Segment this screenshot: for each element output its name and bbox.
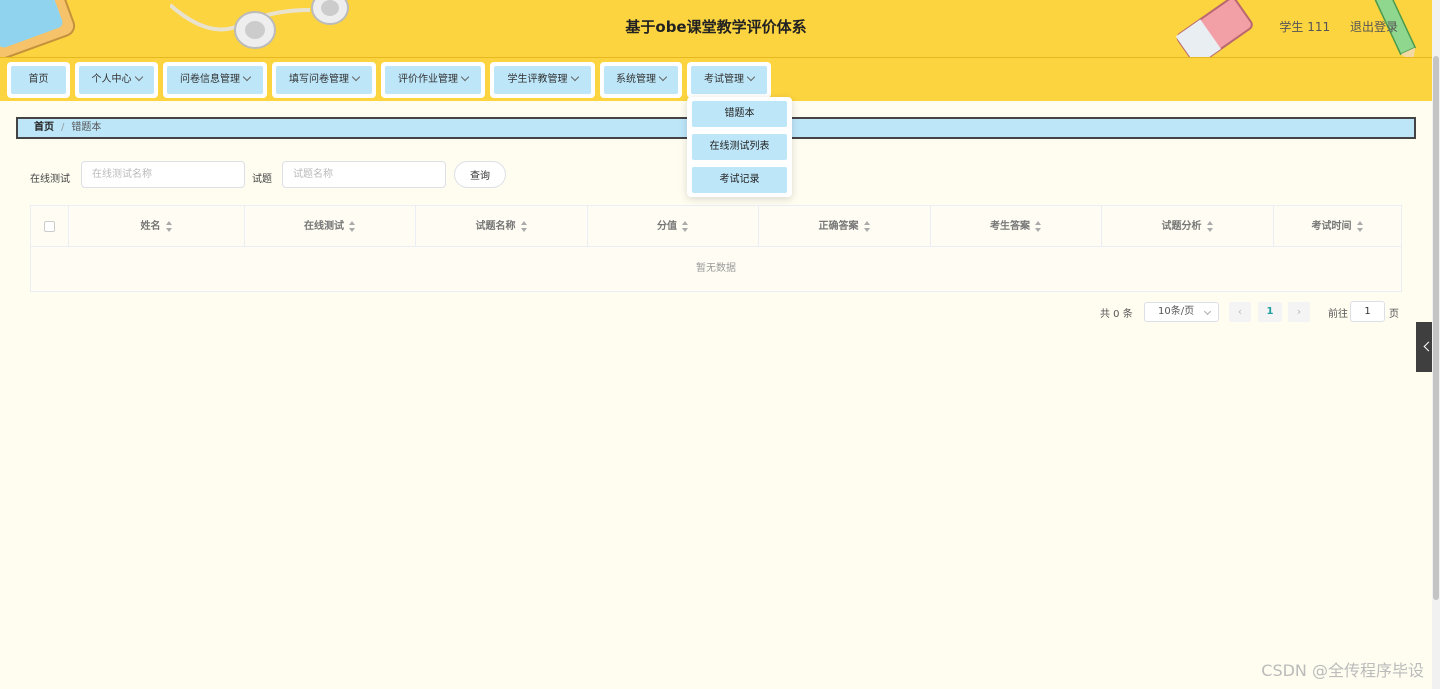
user-area: 学生 111 退出登录 <box>1263 0 1398 54</box>
nav-label: 首页 <box>28 74 49 85</box>
page-size-select[interactable]: 10条/页 <box>1144 302 1219 322</box>
nav-item-exam[interactable]: 考试管理 <box>687 62 771 98</box>
sort-icon[interactable] <box>349 220 356 232</box>
column-header-score[interactable]: 分值 <box>588 206 759 247</box>
nav-item-home[interactable]: 首页 <box>7 62 70 98</box>
column-header-student-answer[interactable]: 考生答案 <box>931 206 1102 247</box>
app-title: 基于obe课堂教学评价体系 <box>625 18 807 36</box>
nav-item-evaluation-homework[interactable]: 评价作业管理 <box>381 62 485 98</box>
page-scrollbar[interactable] <box>1432 0 1440 689</box>
prev-page-button[interactable]: ‹ <box>1229 302 1251 322</box>
goto-label: 前往 <box>1328 309 1348 320</box>
chevron-down-icon <box>1203 307 1212 316</box>
question-label: 试题 <box>252 174 272 185</box>
table-header: 姓名 在线测试 试题名称 分值 正确答案 考生答案 试题分析 考试时间 <box>31 206 1401 247</box>
sort-icon[interactable] <box>1206 220 1214 232</box>
sort-icon[interactable] <box>1035 220 1042 232</box>
nav-item-system[interactable]: 系统管理 <box>600 62 682 98</box>
exam-dropdown-menu: 错题本 在线测试列表 考试记录 <box>687 97 792 197</box>
nav-label: 学生评教管理 <box>507 74 568 85</box>
sort-icon[interactable] <box>682 220 689 232</box>
column-label: 姓名 <box>140 221 161 232</box>
column-label: 正确答案 <box>818 221 859 232</box>
nav-item-questionnaire-info[interactable]: 问卷信息管理 <box>163 62 267 98</box>
nav-item-personal-center[interactable]: 个人中心 <box>75 62 158 98</box>
column-header-analysis[interactable]: 试题分析 <box>1102 206 1274 247</box>
column-header-question-name[interactable]: 试题名称 <box>416 206 588 247</box>
online-test-label: 在线测试 <box>30 174 70 185</box>
column-header-name[interactable]: 姓名 <box>69 206 245 247</box>
nav-label: 考试管理 <box>704 74 744 85</box>
dropdown-item-online-test-list[interactable]: 在线测试列表 <box>692 134 787 160</box>
watermark: CSDN @全传程序毕设 <box>1261 661 1424 680</box>
sort-icon[interactable] <box>520 220 528 232</box>
column-label: 试题分析 <box>1161 221 1202 232</box>
column-label: 分值 <box>657 221 677 232</box>
breadcrumb-separator: / <box>61 122 65 133</box>
query-button[interactable]: 查询 <box>454 161 506 188</box>
column-label: 在线测试 <box>304 221 344 232</box>
nav-item-fill-questionnaire[interactable]: 填写问卷管理 <box>272 62 376 98</box>
dropdown-item-wrong-questions[interactable]: 错题本 <box>692 101 787 127</box>
sort-icon[interactable] <box>863 220 871 232</box>
nav-label: 个人中心 <box>91 74 132 85</box>
column-header-exam-time[interactable]: 考试时间 <box>1274 206 1401 247</box>
column-header-online-test[interactable]: 在线测试 <box>245 206 416 247</box>
next-page-button[interactable]: › <box>1288 302 1310 322</box>
nav-label: 填写问卷管理 <box>289 74 349 85</box>
page-size-value: 10条/页 <box>1158 306 1195 317</box>
nav-label: 系统管理 <box>616 74 656 85</box>
breadcrumb-home[interactable]: 首页 <box>34 122 54 133</box>
breadcrumb-current: 错题本 <box>71 122 102 133</box>
scrollbar-thumb[interactable] <box>1433 56 1439 600</box>
nav-label: 问卷信息管理 <box>180 74 240 85</box>
wrong-questions-table: 姓名 在线测试 试题名称 分值 正确答案 考生答案 试题分析 考试时间 暂无数据 <box>30 205 1402 292</box>
question-input[interactable] <box>282 161 446 188</box>
column-label: 考试时间 <box>1311 221 1352 232</box>
page-suffix: 页 <box>1389 309 1399 320</box>
pagination-total: 共 0 条 <box>1100 309 1133 320</box>
select-all-cell <box>31 206 69 247</box>
chevron-down-icon <box>460 72 470 82</box>
sort-icon[interactable] <box>1356 220 1364 232</box>
nav-item-student-evaluation[interactable]: 学生评教管理 <box>490 62 595 98</box>
column-header-correct-answer[interactable]: 正确答案 <box>759 206 931 247</box>
app-header: 基于obe课堂教学评价体系 学生 111 退出登录 <box>0 0 1440 57</box>
sort-icon[interactable] <box>165 220 173 232</box>
column-label: 考生答案 <box>990 221 1030 232</box>
column-label: 试题名称 <box>475 221 516 232</box>
logout-link[interactable]: 退出登录 <box>1350 20 1398 34</box>
nav-label: 评价作业管理 <box>398 74 458 85</box>
chevron-down-icon <box>570 72 579 82</box>
chevron-down-icon <box>746 72 756 82</box>
select-all-checkbox[interactable] <box>44 220 55 232</box>
user-name: 学生 111 <box>1279 20 1331 34</box>
goto-page-input[interactable]: 1 <box>1350 301 1385 322</box>
chevron-down-icon <box>134 72 143 82</box>
online-test-input[interactable] <box>81 161 245 188</box>
page-number-1[interactable]: 1 <box>1258 302 1282 322</box>
empty-placeholder: 暂无数据 <box>696 263 736 274</box>
chevron-down-icon <box>242 72 252 82</box>
dropdown-item-exam-records[interactable]: 考试记录 <box>692 167 787 193</box>
chevron-down-icon <box>351 72 361 82</box>
chevron-down-icon <box>658 72 668 82</box>
main-nav: 首页 个人中心 问卷信息管理 填写问卷管理 评价作业管理 学生评教管理 系统管理… <box>0 57 1432 101</box>
